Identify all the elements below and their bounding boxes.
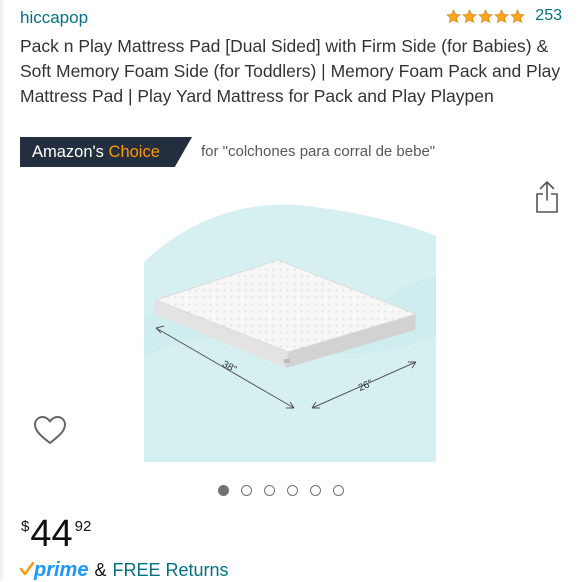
rating-count: 253	[535, 7, 562, 24]
badge-accent: Choice	[108, 142, 160, 161]
prime-check-icon	[20, 562, 34, 576]
price-fraction: 92	[74, 518, 92, 535]
price-whole: 44	[30, 513, 73, 555]
star-icon	[462, 8, 478, 23]
amazons-choice-badge: Amazon's Choice	[20, 137, 192, 167]
prime-amp: &	[94, 560, 107, 580]
carousel-dots	[218, 485, 344, 496]
badge-query: for "colchones para corral de bebe"	[201, 143, 436, 160]
product-title: Pack n Play Mattress Pad [Dual Sided] wi…	[20, 36, 561, 106]
badge-prefix: Amazon's	[32, 142, 104, 161]
star-icon	[478, 8, 494, 23]
heart-icon[interactable]	[33, 415, 67, 452]
carousel-dot[interactable]	[218, 485, 229, 496]
star-icon	[510, 8, 526, 23]
prime-logo: prime	[20, 559, 88, 582]
price-currency: $	[21, 518, 30, 535]
rating-summary[interactable]: 253	[446, 7, 562, 25]
prime-shipping-row: prime & FREE Returns	[20, 559, 229, 582]
carousel-dot[interactable]	[333, 485, 344, 496]
star-icon	[446, 8, 462, 23]
page-edge	[0, 0, 3, 580]
star-icon	[494, 8, 510, 23]
carousel-dot[interactable]	[241, 485, 252, 496]
star-rating	[446, 8, 526, 24]
prime-label: prime	[34, 559, 89, 581]
brand-link[interactable]: hiccapop	[20, 8, 88, 28]
product-image[interactable]: 38" 26"	[144, 196, 436, 462]
price: $ 44 92	[21, 512, 91, 556]
share-icon[interactable]	[535, 180, 559, 219]
free-returns-link[interactable]: FREE Returns	[112, 560, 228, 581]
carousel-dot[interactable]	[287, 485, 298, 496]
carousel-dot[interactable]	[310, 485, 321, 496]
carousel-dot[interactable]	[264, 485, 275, 496]
